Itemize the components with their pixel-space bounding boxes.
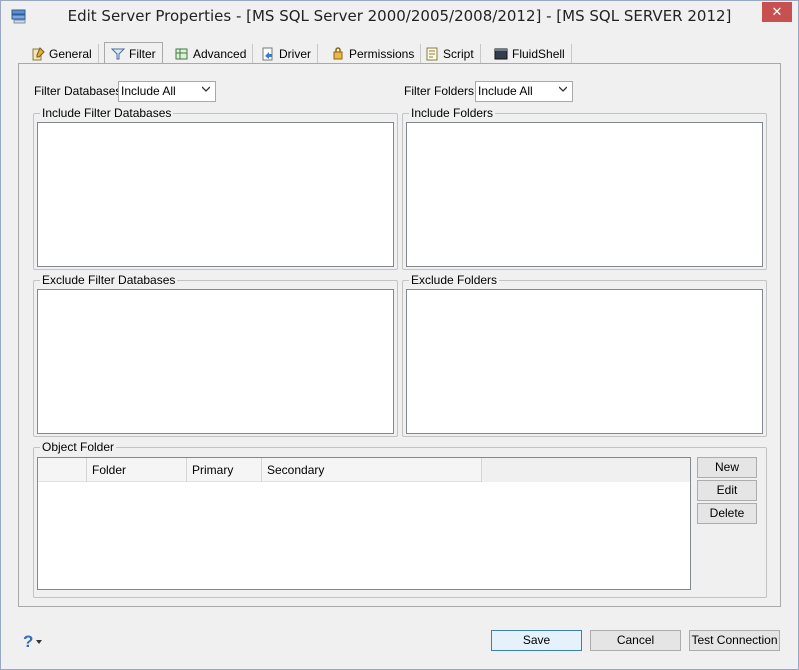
- title-bar[interactable]: Edit Server Properties - [MS SQL Server …: [1, 1, 798, 32]
- exclude-folders-list[interactable]: [406, 289, 763, 434]
- tab-label: Script: [443, 47, 474, 61]
- help-icon: ?: [23, 632, 34, 651]
- tab-general[interactable]: General: [25, 44, 99, 64]
- tab-advanced[interactable]: Advanced: [169, 44, 254, 64]
- table-header: Folder Primary Secondary: [38, 458, 482, 482]
- column-header-primary[interactable]: Primary: [187, 458, 262, 482]
- filter-databases-value: Include All: [121, 84, 176, 98]
- chevron-down-icon: [36, 640, 43, 644]
- test-connection-button[interactable]: Test Connection: [689, 630, 780, 651]
- chevron-down-icon: [202, 86, 210, 92]
- script-icon: [426, 47, 438, 61]
- exclude-databases-title: Exclude Filter Databases: [40, 273, 178, 287]
- object-folder-table[interactable]: Folder Primary Secondary: [37, 457, 691, 590]
- tab-label: Filter: [129, 47, 156, 61]
- filter-databases-label: Filter Databases: [34, 84, 122, 98]
- general-icon: [32, 47, 45, 61]
- delete-folder-button[interactable]: Delete: [697, 503, 757, 524]
- include-folders-list[interactable]: [406, 122, 763, 267]
- column-header-row-indicator[interactable]: [38, 458, 87, 482]
- chevron-down-icon: [559, 86, 567, 92]
- filter-folders-label: Filter Folders:: [404, 84, 478, 98]
- tab-label: General: [49, 47, 92, 61]
- exclude-databases-list[interactable]: [37, 289, 394, 434]
- tab-permissions[interactable]: Permissions: [325, 44, 422, 64]
- table-header-empty-area: [482, 458, 690, 482]
- fluidshell-icon: [494, 48, 508, 60]
- tab-label: Driver: [279, 47, 311, 61]
- dialog-window: Edit Server Properties - [MS SQL Server …: [0, 0, 799, 670]
- tab-label: Advanced: [193, 47, 247, 61]
- tab-driver[interactable]: Driver: [255, 44, 318, 64]
- include-databases-title: Include Filter Databases: [40, 106, 174, 120]
- save-button[interactable]: Save: [491, 630, 582, 651]
- tab-label: FluidShell: [512, 47, 565, 61]
- tab-label: Permissions: [349, 47, 415, 61]
- driver-icon: [262, 47, 273, 61]
- close-button[interactable]: ✕: [762, 2, 792, 22]
- cancel-button[interactable]: Cancel: [590, 630, 681, 651]
- filter-folders-select[interactable]: Include All: [475, 81, 573, 102]
- window-title: Edit Server Properties - [MS SQL Server …: [67, 7, 732, 25]
- edit-folder-button[interactable]: Edit: [697, 480, 757, 501]
- exclude-folders-title: Exclude Folders: [409, 273, 500, 287]
- filter-folders-value: Include All: [478, 84, 533, 98]
- tab-fluidshell[interactable]: FluidShell: [488, 44, 572, 64]
- new-folder-button[interactable]: New: [697, 457, 757, 478]
- filter-icon: [111, 48, 125, 60]
- include-folders-title: Include Folders: [409, 106, 496, 120]
- server-app-icon: [11, 9, 26, 24]
- object-folder-title: Object Folder: [40, 440, 117, 454]
- column-header-folder[interactable]: Folder: [87, 458, 187, 482]
- tab-filter[interactable]: Filter: [104, 42, 163, 65]
- tab-script[interactable]: Script: [419, 44, 481, 64]
- filter-databases-select[interactable]: Include All: [118, 81, 216, 102]
- help-menu-button[interactable]: ?: [23, 632, 43, 652]
- column-header-secondary[interactable]: Secondary: [262, 458, 482, 482]
- permissions-icon: [333, 47, 343, 60]
- include-databases-list[interactable]: [37, 122, 394, 267]
- advanced-icon: [175, 48, 188, 60]
